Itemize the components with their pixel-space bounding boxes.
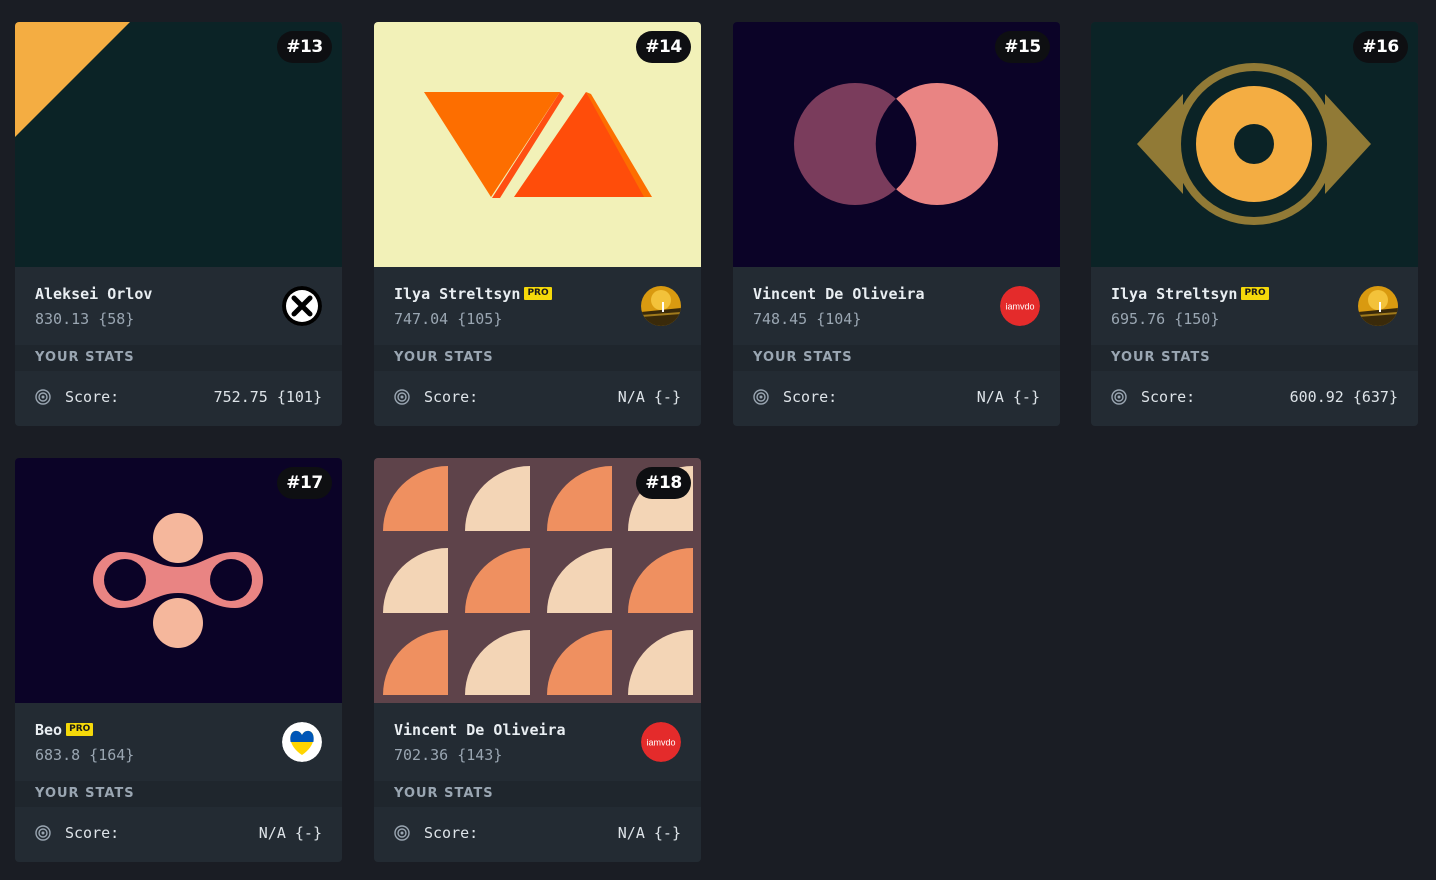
your-stats-label: YOUR STATS — [1091, 345, 1418, 371]
iamvdo-text: iamvdo — [1005, 302, 1034, 312]
author-name[interactable]: Ilya Streltsyn PRO — [1111, 285, 1269, 303]
author-name-text[interactable]: Ilya Streltsyn — [1111, 285, 1237, 303]
author-name-text[interactable]: Ilya Streltsyn — [394, 285, 520, 303]
target-icon — [394, 825, 410, 841]
your-stats-label: YOUR STATS — [15, 781, 342, 807]
photo-avatar[interactable] — [1358, 286, 1398, 326]
score-label: Score: — [65, 388, 120, 406]
score-value: N/A {-} — [258, 824, 322, 842]
author-name[interactable]: Vincent De Oliveira — [394, 721, 566, 739]
your-stats-row: Score: N/A {-} — [733, 371, 1060, 426]
iamvdo-avatar[interactable]: iamvdo — [641, 722, 681, 762]
challenge-card[interactable]: #18 Vincent De Oliveira 702.36 {143} iam… — [374, 458, 701, 862]
iamvdo-text: iamvdo — [646, 738, 675, 748]
challenge-card[interactable]: #17 Beo PRO 683.8 {164} YOUR STATS Score:… — [15, 458, 342, 862]
score-label: Score: — [783, 388, 838, 406]
author-name-text[interactable]: Beo — [35, 721, 62, 739]
author-name-text[interactable]: Vincent De Oliveira — [753, 285, 925, 303]
target-icon — [394, 389, 410, 405]
challenge-card[interactable]: #14 Ilya Streltsyn PRO 747.04 {105} YOUR … — [374, 22, 701, 426]
your-stats-row: Score: 752.75 {101} — [15, 371, 342, 426]
rank-badge: #16 — [1353, 31, 1408, 63]
iamvdo-avatar[interactable]: iamvdo — [1000, 286, 1040, 326]
author-points: 830.13 {58} — [35, 310, 135, 328]
author-name[interactable]: Vincent De Oliveira — [753, 285, 925, 303]
author-name[interactable]: Aleksei Orlov — [35, 285, 152, 303]
your-stats-row: Score: N/A {-} — [374, 807, 701, 862]
author-name-text[interactable]: Vincent De Oliveira — [394, 721, 566, 739]
author-name-text[interactable]: Aleksei Orlov — [35, 285, 152, 303]
target-icon — [35, 825, 51, 841]
score-label: Score: — [65, 824, 120, 842]
your-stats-label: YOUR STATS — [374, 781, 701, 807]
author-points: 748.45 {104} — [753, 310, 862, 328]
author-name[interactable]: Ilya Streltsyn PRO — [394, 285, 552, 303]
x-logo-icon[interactable] — [282, 286, 322, 326]
target-icon — [1111, 389, 1127, 405]
author-points: 747.04 {105} — [394, 310, 503, 328]
your-stats-label: YOUR STATS — [15, 345, 342, 371]
rank-badge: #17 — [277, 467, 332, 499]
your-stats-row: Score: 600.92 {637} — [1091, 371, 1418, 426]
your-stats-label: YOUR STATS — [374, 345, 701, 371]
target-icon — [35, 389, 51, 405]
challenge-card[interactable]: #16 Ilya Streltsyn PRO 695.76 {150} YOUR … — [1091, 22, 1418, 426]
author-points: 695.76 {150} — [1111, 310, 1220, 328]
challenge-card[interactable]: #15 Vincent De Oliveira 748.45 {104} iam… — [733, 22, 1060, 426]
author-points: 702.36 {143} — [394, 746, 503, 764]
score-value: N/A {-} — [617, 824, 681, 842]
score-value: N/A {-} — [976, 388, 1040, 406]
rank-badge: #13 — [277, 31, 332, 63]
score-value: N/A {-} — [617, 388, 681, 406]
author-points: 683.8 {164} — [35, 746, 135, 764]
score-label: Score: — [1141, 388, 1196, 406]
your-stats-row: Score: N/A {-} — [15, 807, 342, 862]
target-icon — [753, 389, 769, 405]
pro-badge: PRO — [1241, 287, 1269, 300]
ukraine-heart-avatar[interactable] — [282, 722, 322, 762]
your-stats-row: Score: N/A {-} — [374, 371, 701, 426]
pro-badge: PRO — [524, 287, 552, 300]
challenge-card[interactable]: #13 Aleksei Orlov 830.13 {58} YOUR STATS… — [15, 22, 342, 426]
score-value: 752.75 {101} — [213, 388, 322, 406]
rank-badge: #14 — [636, 31, 691, 63]
score-value: 600.92 {637} — [1289, 388, 1398, 406]
score-label: Score: — [424, 824, 479, 842]
author-name[interactable]: Beo PRO — [35, 721, 94, 739]
your-stats-label: YOUR STATS — [733, 345, 1060, 371]
pro-badge: PRO — [66, 723, 94, 736]
photo-avatar[interactable] — [641, 286, 681, 326]
rank-badge: #15 — [995, 31, 1050, 63]
rank-badge: #18 — [636, 467, 691, 499]
score-label: Score: — [424, 388, 479, 406]
